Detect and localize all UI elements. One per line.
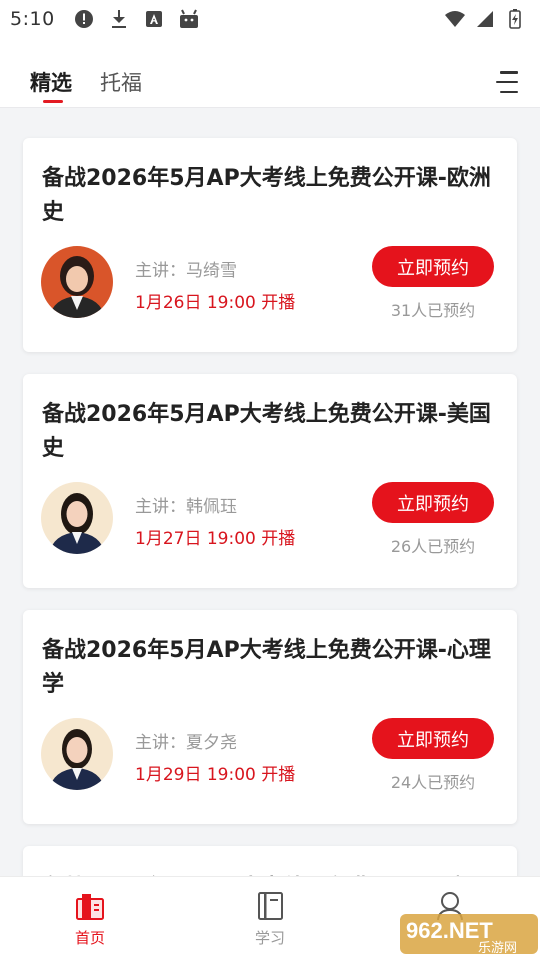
profile-icon bbox=[437, 892, 463, 921]
booked-count: 31人已预约 bbox=[390, 301, 476, 320]
status-bar: 5:10 bbox=[0, 0, 540, 38]
nav-profile[interactable] bbox=[420, 891, 480, 921]
lecturer-name: 主讲：韩佩珏 bbox=[135, 497, 237, 517]
booked-count: 24人已预约 bbox=[390, 773, 476, 792]
course-title: 备战2026年5月AP大考线上免费公开课-心理学 bbox=[42, 638, 491, 697]
android-icon bbox=[178, 8, 200, 30]
lecturer-name: 主讲：夏夕尧 bbox=[135, 733, 237, 753]
font-icon bbox=[143, 8, 165, 30]
lecturer-avatar bbox=[41, 482, 113, 554]
nav-label: 首页 bbox=[74, 929, 105, 947]
status-icons-left bbox=[73, 8, 200, 30]
lecturer-avatar bbox=[41, 718, 113, 790]
tab-featured[interactable]: 精选 bbox=[30, 67, 72, 97]
course-card[interactable]: 备战2026年5月AP大考线上免费公开课-美国史 主讲：韩佩珏 1月27日 19… bbox=[23, 374, 517, 588]
home-icon bbox=[76, 894, 104, 920]
course-title: 备战2026年5月AP大考线上免费公开课-美国史 bbox=[42, 402, 491, 461]
book-icon bbox=[258, 892, 283, 920]
signal-icon bbox=[474, 8, 496, 30]
book-now-button[interactable]: 立即预约 bbox=[372, 718, 494, 759]
course-card[interactable]: 备战2026年5月AP大考线上免费公开课-心理学 主讲：夏夕尧 1月29日 19… bbox=[23, 610, 517, 824]
active-tab-indicator bbox=[43, 100, 63, 103]
book-now-button[interactable]: 立即预约 bbox=[372, 482, 494, 523]
course-card[interactable]: 备战2026年5月AP大考线上免费公开课-欧洲史 主讲：马绮雪 1月26日 19… bbox=[23, 138, 517, 352]
broadcast-time: 1月26日 19:00 开播 bbox=[135, 293, 296, 313]
bottom-nav: 首页 学习 bbox=[0, 876, 540, 960]
wifi-icon bbox=[444, 8, 466, 30]
status-icons-right bbox=[444, 8, 526, 30]
alert-icon bbox=[73, 8, 95, 30]
nav-label: 学习 bbox=[254, 929, 285, 947]
battery-icon bbox=[504, 8, 526, 30]
broadcast-time: 1月27日 19:00 开播 bbox=[135, 529, 296, 549]
nav-home[interactable]: 首页 bbox=[60, 891, 120, 948]
header: 精选 托福 bbox=[0, 38, 540, 108]
lecturer-avatar bbox=[41, 246, 113, 318]
download-icon bbox=[108, 8, 130, 30]
nav-study[interactable]: 学习 bbox=[240, 891, 300, 948]
lecturer-name: 主讲：马绮雪 bbox=[135, 261, 237, 281]
menu-icon[interactable] bbox=[496, 71, 518, 93]
tab-toefl[interactable]: 托福 bbox=[100, 67, 142, 97]
book-now-button[interactable]: 立即预约 bbox=[372, 246, 494, 287]
broadcast-time: 1月29日 19:00 开播 bbox=[135, 765, 296, 785]
status-time: 5:10 bbox=[10, 8, 55, 30]
booked-count: 26人已预约 bbox=[390, 537, 476, 556]
course-title: 备战2026年5月AP大考线上免费公开课-欧洲史 bbox=[42, 166, 491, 225]
